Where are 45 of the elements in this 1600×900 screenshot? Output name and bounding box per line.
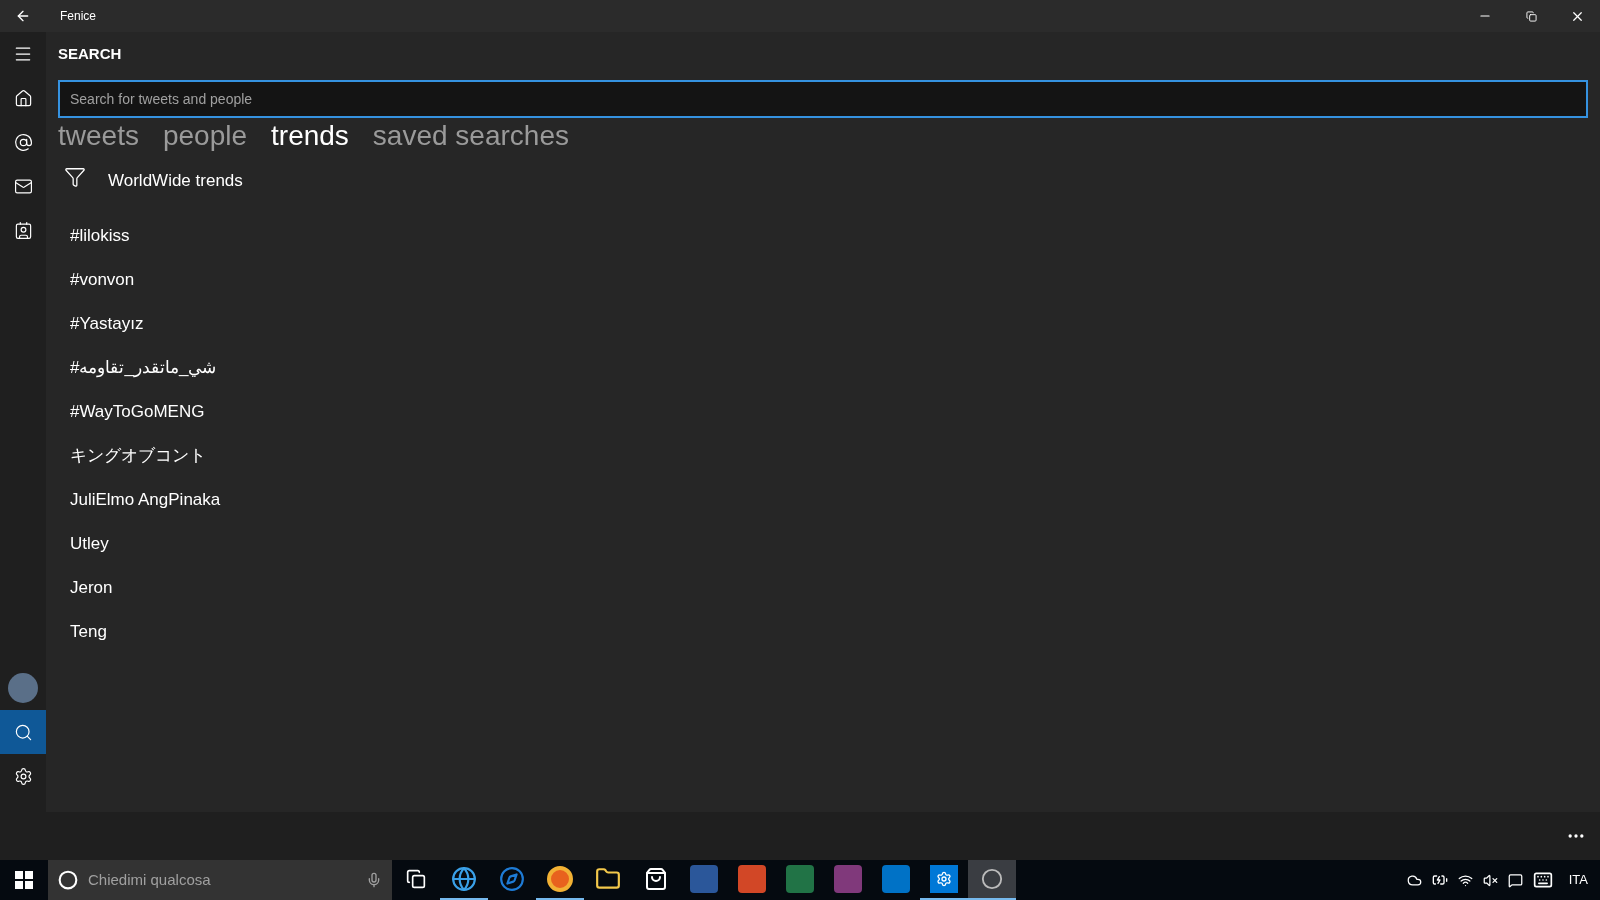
trend-item[interactable]: Jeron [70,575,113,601]
shopping-bag-icon [644,867,668,891]
search-field[interactable]: Search for tweets and people [58,80,1588,118]
search-icon [13,722,33,742]
cloud-icon [1406,872,1422,888]
at-sign-icon [13,132,33,152]
trend-item[interactable]: #Yastayız [70,311,144,337]
tab[interactable]: trends [271,118,349,154]
filter-label: WorldWide trends [108,170,243,193]
task-view-icon [406,869,426,889]
search-button[interactable] [0,710,46,754]
keyboard-icon [1532,870,1553,890]
trend-item[interactable]: #lilokiss [70,223,130,249]
trend-item[interactable]: #شي_ماتقدر_تقاومه [70,355,217,381]
notification-icon [1507,872,1523,888]
trend-item[interactable]: #WayToGoMENG [70,399,205,425]
trend-item[interactable]: キングオブコント [70,443,206,469]
language-indicator[interactable]: ITA [1568,870,1588,890]
filter-icon[interactable] [64,166,86,188]
muted-speaker-icon [1482,872,1498,888]
trend-item[interactable]: Utley [70,531,109,557]
globe-icon [451,866,477,892]
folder-icon [595,866,621,892]
wifi-icon [1457,872,1473,888]
tab[interactable]: people [162,118,248,154]
settings-icon [930,865,958,893]
home-icon [13,88,33,108]
windows-logo-icon [15,871,33,889]
trend-item[interactable]: Teng [70,619,107,645]
avatar-icon [8,673,38,703]
tab[interactable]: tweets [58,118,139,154]
settings-icon [13,766,33,786]
microphone-icon [366,872,382,888]
back-arrow-icon [15,8,31,24]
contact-list-icon [13,220,33,240]
window-title: Fenice [60,8,97,25]
compass-icon [499,866,525,892]
trend-item[interactable]: JuliElmo AngPinaka [70,487,221,513]
page-heading: SEARCH [58,44,123,64]
battery-icon [1431,872,1448,888]
restore-icon [1525,10,1537,22]
tab[interactable]: saved searches [372,118,569,154]
taskbar-search-field[interactable]: Chiedimi qualcosa [48,860,392,900]
taskbar-search-placeholder: Chiedimi qualcosa [88,869,212,890]
trend-item[interactable]: #vonvon [70,267,135,293]
